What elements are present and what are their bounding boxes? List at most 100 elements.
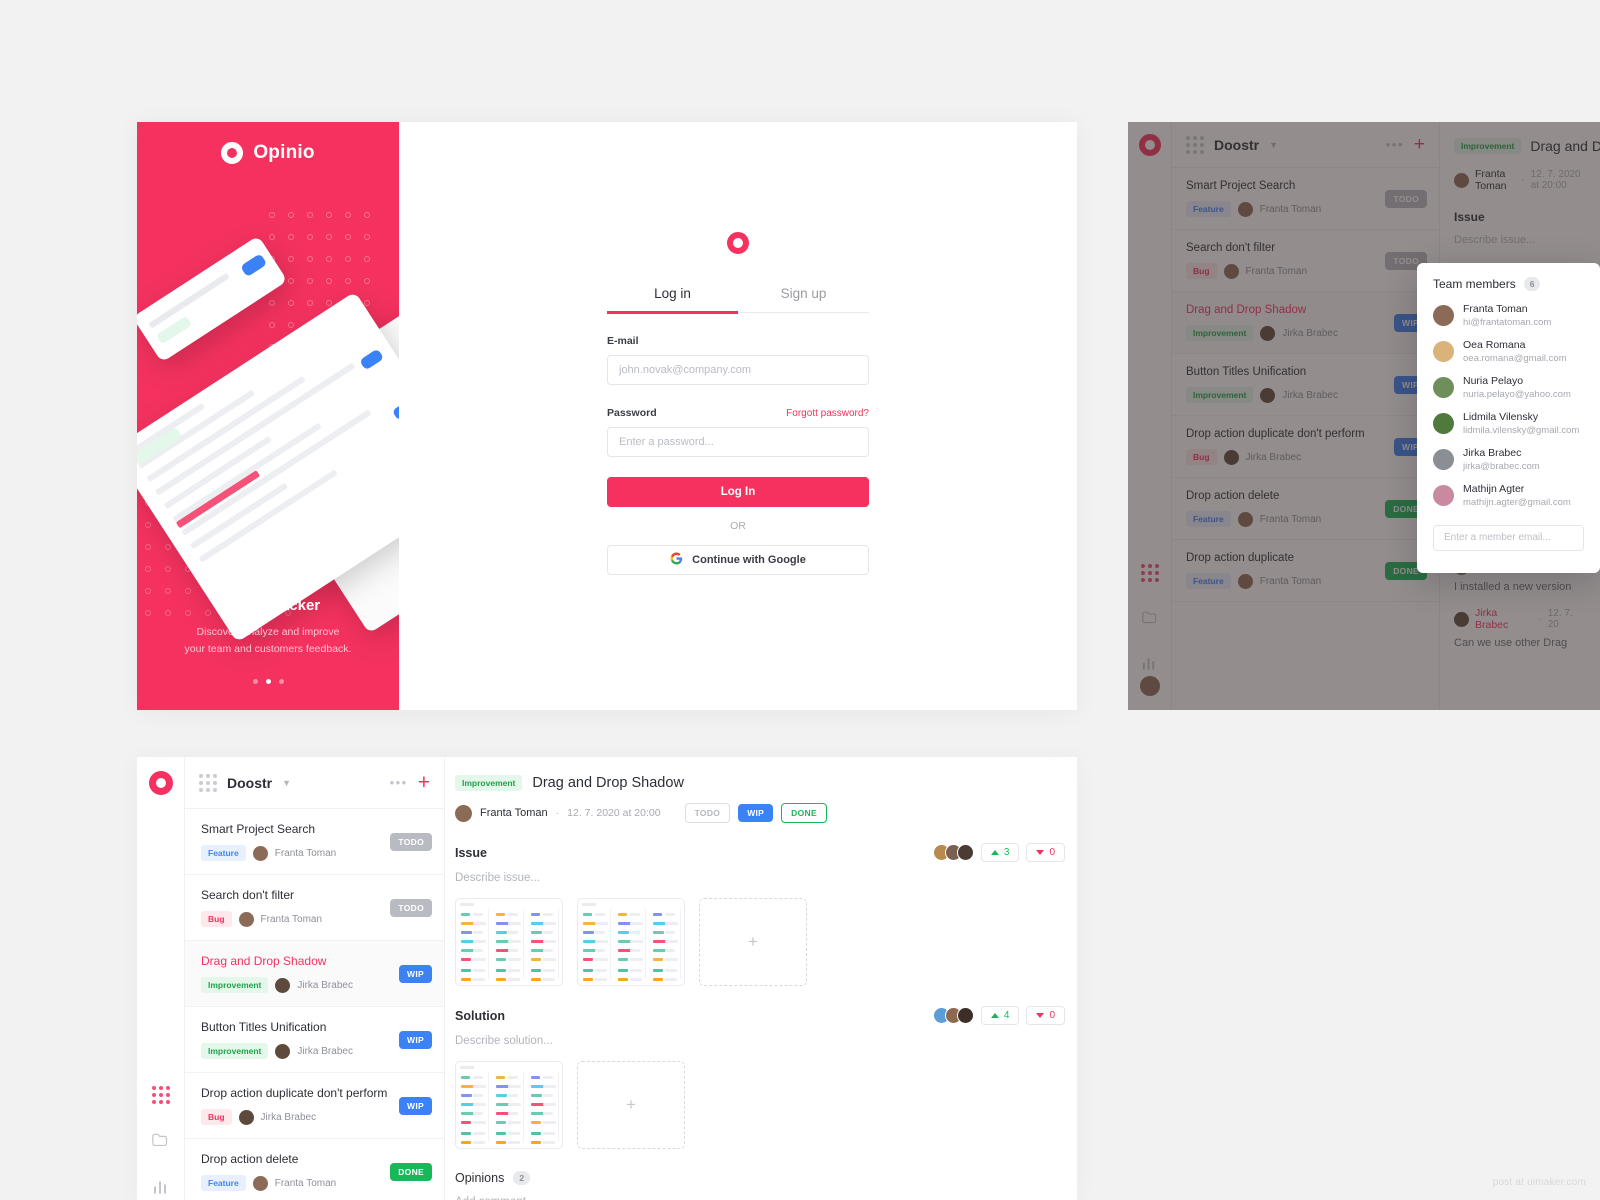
issue-item-tag: Improvement [201, 1043, 269, 1059]
issue-item-tag: Improvement [1186, 387, 1254, 403]
rail-grid-dots-icon[interactable] [1140, 564, 1159, 582]
forgot-password-link[interactable]: Forgott password? [786, 408, 869, 419]
tab-sign-up[interactable]: Sign up [738, 286, 869, 312]
log-in-button[interactable]: Log In [607, 477, 869, 507]
attachment-thumbnail[interactable] [455, 898, 563, 986]
issue-upvote-button[interactable]: 3 [980, 843, 1020, 862]
promo-footer: Issues Tracker Discover, analyze and imp… [137, 597, 399, 684]
issue-item-tag: Feature [201, 845, 246, 861]
plus-icon[interactable]: + [418, 772, 430, 793]
comment-author: Jirka Brabec [1475, 607, 1509, 631]
status-pill-done[interactable]: DONE [781, 803, 827, 823]
issue-list-item[interactable]: Button Titles Unification Improvement Jirk… [185, 1007, 444, 1073]
team-members-header: Team members 6 [1433, 277, 1584, 291]
add-attachment-button[interactable]: + [577, 1061, 685, 1149]
more-horizontal-icon[interactable]: ••• [1386, 137, 1404, 152]
avatar [1433, 341, 1454, 363]
issue-list-item[interactable]: Drop action delete Feature Franta Toman DON… [185, 1139, 444, 1200]
issue-downvote-button[interactable]: 0 [1026, 843, 1065, 862]
issue-item-status-badge: WIP [399, 1030, 432, 1049]
issue-list-item[interactable]: Button Titles Unification Improvement Jirk… [1172, 354, 1439, 416]
grid-dots-icon[interactable] [199, 773, 217, 792]
team-member-email: oea.romana@gmail.com [1463, 352, 1567, 364]
issue-voter-avatars [932, 844, 974, 861]
solution-description-placeholder[interactable]: Describe solution... [455, 1035, 1065, 1047]
issue-list-item[interactable]: Drag and Drop Shadow Improvement Jirka Bra… [1172, 292, 1439, 354]
grid-dots-icon[interactable] [1186, 135, 1204, 154]
ring-logo-icon[interactable] [1138, 134, 1161, 156]
issue-description-placeholder[interactable]: Describe issue... [1454, 234, 1586, 246]
carousel-dots[interactable] [155, 679, 381, 684]
password-input[interactable] [607, 427, 869, 457]
issue-list-item[interactable]: Smart Project Search Feature Franta Toman T… [185, 809, 444, 875]
team-member-item[interactable]: Franta Toman hi@frantatoman.com [1433, 303, 1584, 329]
promo-subline-2: your team and customers feedback. [184, 642, 352, 655]
rail-bar-chart-icon[interactable] [1142, 657, 1157, 676]
chevron-down-icon[interactable]: ▼ [282, 778, 291, 788]
status-pill-wip[interactable]: WIP [738, 804, 774, 822]
team-member-item[interactable]: Lidmila Vilensky lidmila.vilensky@gmail.c… [1433, 411, 1584, 437]
rail-bar-chart-icon[interactable] [153, 1180, 169, 1200]
issue-list-item[interactable]: Search don't filter Bug Franta Toman TODO [185, 875, 444, 941]
avatar [275, 977, 291, 993]
more-horizontal-icon[interactable]: ••• [390, 775, 408, 790]
avatar [238, 1109, 254, 1125]
avatar [1433, 449, 1454, 471]
triangle-up-icon [990, 1013, 999, 1018]
mock-screen-card [137, 235, 288, 363]
solution-voter-avatars [932, 1007, 974, 1024]
issue-section-heading: Issue [1454, 210, 1485, 224]
watermark: post at uimaker.com [1492, 1177, 1586, 1188]
project-name[interactable]: Doostr [227, 775, 272, 791]
status-pill-todo[interactable]: TODO [684, 803, 731, 823]
team-member-item[interactable]: Jirka Brabec jirka@brabec.com [1433, 447, 1584, 473]
plus-icon[interactable]: + [1414, 135, 1425, 154]
issue-item-status-badge: WIP [399, 1096, 432, 1115]
avatar [252, 845, 268, 861]
issue-item-meta: Improvement Jirka Brabec [1186, 387, 1425, 403]
issue-list-item[interactable]: Drop action duplicate Feature Franta Toman… [1172, 540, 1439, 602]
issue-item-assignee: Franta Toman [1259, 513, 1322, 525]
add-comment-placeholder[interactable]: Add comment... [455, 1196, 1065, 1200]
issue-item-title: Drag and Drop Shadow [1186, 304, 1307, 316]
issue-description-placeholder[interactable]: Describe issue... [455, 872, 1065, 884]
carousel-dot-3[interactable] [278, 679, 284, 684]
issue-item-title: Button Titles Unification [201, 1020, 327, 1034]
rail-folder-icon[interactable] [152, 1132, 169, 1152]
member-email-input[interactable] [1433, 524, 1584, 551]
team-member-item[interactable]: Nuria Pelayo nuria.pelayo@yahoo.com [1433, 375, 1584, 401]
tab-log-in[interactable]: Log in [607, 286, 738, 314]
avatar [1237, 201, 1253, 217]
attachment-thumbnail[interactable] [577, 898, 685, 986]
issue-list-item[interactable]: Smart Project Search Feature Franta Toman T… [1172, 168, 1439, 230]
team-member-item[interactable]: Oea Romana oea.romana@gmail.com [1433, 339, 1584, 365]
rail-folder-icon[interactable] [1141, 610, 1158, 629]
solution-section-heading: Solution [455, 1008, 505, 1023]
issue-list-item[interactable]: Drop action duplicate don't perform Bug Ji… [1172, 416, 1439, 478]
ring-logo-icon[interactable] [148, 771, 173, 795]
carousel-dot-1[interactable] [252, 679, 258, 684]
issue-list-item[interactable]: Drop action delete Feature Franta Toman DON… [1172, 478, 1439, 540]
rail-grid-dots-icon[interactable] [151, 1086, 170, 1104]
issue-list-item[interactable]: Drag and Drop Shadow Improvement Jirka Bra… [185, 941, 444, 1007]
attachment-thumbnail[interactable] [455, 1061, 563, 1149]
opinions-heading: Opinions [455, 1171, 505, 1185]
email-input[interactable] [607, 355, 869, 385]
continue-with-google-button[interactable]: Continue with Google [607, 545, 869, 575]
current-user-avatar[interactable] [1139, 676, 1160, 696]
chevron-down-icon[interactable]: ▼ [1269, 140, 1278, 150]
password-label: Password [607, 407, 657, 419]
issue-list-item[interactable]: Search don't filter Bug Franta Toman TODO [1172, 230, 1439, 292]
promo-subline-1: Discover, analyze and improve [196, 626, 340, 639]
add-attachment-button[interactable]: + [699, 898, 807, 986]
carousel-dot-2[interactable] [265, 679, 271, 684]
issue-item-title: Drop action duplicate don't perform [1186, 428, 1365, 440]
team-member-item[interactable]: Mathijn Agter mathijn.agter@gmail.com [1433, 483, 1584, 509]
project-name[interactable]: Doostr [1214, 137, 1259, 153]
avatar [275, 1043, 291, 1059]
or-divider: OR [730, 520, 746, 532]
solution-upvote-button[interactable]: 4 [980, 1006, 1020, 1025]
issue-item-tag: Feature [1186, 573, 1231, 589]
solution-downvote-button[interactable]: 0 [1026, 1006, 1065, 1025]
issue-list-item[interactable]: Drop action duplicate don't perform Bug Ji… [185, 1073, 444, 1139]
